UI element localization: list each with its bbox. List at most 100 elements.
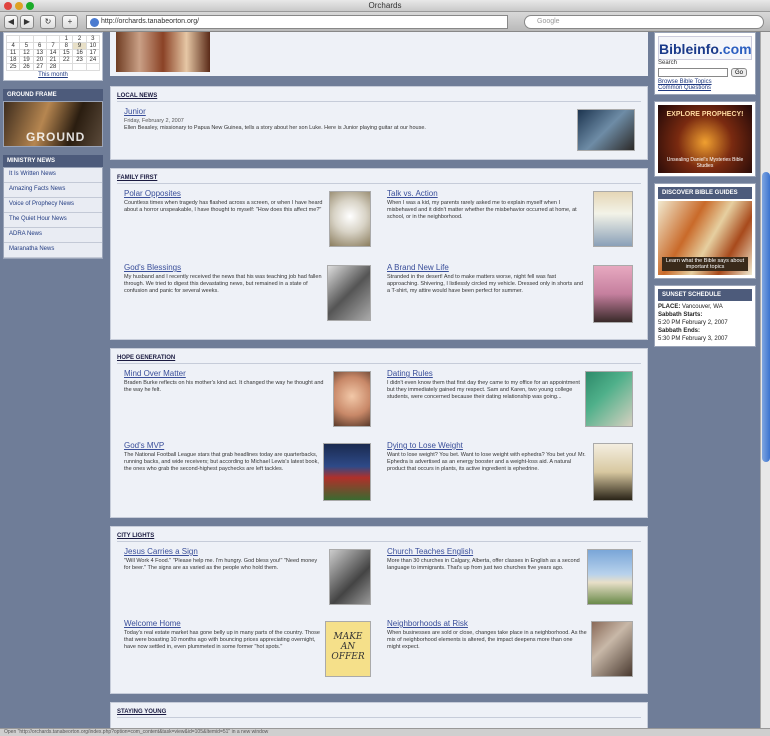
- ministry-news-link[interactable]: ADRA News: [4, 228, 102, 243]
- scrollbar-thumb[interactable]: [762, 172, 770, 462]
- calendar-week: 4 5 6 7 8 9 10: [5, 42, 101, 50]
- search-field[interactable]: Google: [524, 15, 764, 29]
- minimize-window-icon[interactable]: [15, 2, 23, 10]
- ministry-news-link[interactable]: Voice of Prophecy News: [4, 198, 102, 213]
- calendar-day[interactable]: 19: [19, 56, 34, 64]
- bible-guides-banner[interactable]: Learn what the Bible says about importan…: [658, 201, 752, 275]
- ground-frame-image[interactable]: GROUND: [3, 101, 103, 147]
- calendar-day[interactable]: 23: [72, 56, 87, 64]
- sunset-schedule-header: SUNSET SCHEDULE: [658, 289, 752, 301]
- article-item: Welcome Home Today's real estate market …: [124, 619, 324, 651]
- article-title[interactable]: Mind Over Matter: [124, 369, 324, 378]
- calendar-day[interactable]: 27: [32, 63, 47, 71]
- vertical-scrollbar[interactable]: [760, 32, 770, 728]
- window-controls[interactable]: [4, 2, 34, 10]
- ministry-news-link[interactable]: Amazing Facts News: [4, 183, 102, 198]
- article-title[interactable]: Welcome Home: [124, 619, 324, 628]
- local-news-title[interactable]: Junior: [124, 107, 564, 116]
- article-title[interactable]: Talk vs. Action: [387, 189, 587, 198]
- couple-photo[interactable]: [327, 265, 371, 321]
- bible-search-input[interactable]: [658, 68, 728, 77]
- church-photo[interactable]: [587, 549, 633, 605]
- calendar-day[interactable]: 2: [72, 35, 87, 43]
- article-title[interactable]: Jesus Carries a Sign: [124, 547, 324, 556]
- calendar-day[interactable]: 3: [85, 35, 101, 43]
- family-photo[interactable]: [593, 191, 633, 247]
- make-offer-note[interactable]: MAKE AN OFFER: [325, 621, 371, 677]
- calendar-day[interactable]: 9: [72, 42, 87, 50]
- calendar-day[interactable]: 22: [59, 56, 74, 64]
- calendar-day[interactable]: 12: [19, 49, 34, 57]
- calendar-day[interactable]: 1: [59, 35, 74, 43]
- top-photo[interactable]: [116, 32, 210, 72]
- calendar-day[interactable]: 14: [45, 49, 61, 57]
- calendar-day[interactable]: 6: [32, 42, 47, 50]
- calendar-day[interactable]: 20: [32, 56, 47, 64]
- calendar-grid: 1 2 3 4 5 6 7 8 9 10 11 12 13 14 15 16 17 18 19 20 21 22 23 24 2…: [5, 35, 101, 71]
- explore-prophecy-banner[interactable]: EXPLORE PROPHECY! Unsealing Daniel's Mys…: [658, 105, 752, 173]
- local-news-body: Ellen Beasley, missionary to Papua New G…: [124, 125, 426, 131]
- common-questions-link[interactable]: Common Questions: [658, 85, 752, 91]
- calendar-day[interactable]: 16: [72, 49, 87, 57]
- bible-guides-box: DISCOVER BIBLE GUIDES Learn what the Bib…: [654, 183, 756, 279]
- article-item: Polar Opposites Countless times when tra…: [124, 189, 324, 214]
- article-title[interactable]: A Brand New Life: [387, 263, 587, 272]
- sabbath-starts-value: 5:20 PM February 2, 2007: [658, 320, 728, 326]
- calendar-day[interactable]: 8: [59, 42, 74, 50]
- article-title[interactable]: God's MVP: [124, 441, 324, 450]
- football-photo[interactable]: [323, 443, 371, 501]
- neighborhood-photo[interactable]: [591, 621, 633, 677]
- ministry-news-link[interactable]: It Is Written News: [4, 168, 102, 183]
- weight-photo[interactable]: [593, 443, 633, 501]
- zoom-window-icon[interactable]: [26, 2, 34, 10]
- add-bookmark-button[interactable]: +: [62, 15, 78, 29]
- junior-photo[interactable]: [577, 109, 635, 151]
- article-title[interactable]: Church Teaches English: [387, 547, 587, 556]
- calendar-day[interactable]: 28: [45, 63, 61, 71]
- calendar-day[interactable]: 18: [5, 56, 21, 64]
- calendar-day[interactable]: 15: [59, 49, 74, 57]
- desert-photo[interactable]: [593, 265, 633, 323]
- article-title[interactable]: Dating Rules: [387, 369, 583, 378]
- calendar-day[interactable]: 7: [45, 42, 61, 50]
- ministry-news-link[interactable]: Maranatha News: [4, 243, 102, 258]
- calendar-day[interactable]: 13: [32, 49, 47, 57]
- article-item: God's Blessings My husband and I recentl…: [124, 263, 324, 295]
- close-window-icon[interactable]: [4, 2, 12, 10]
- bibleinfo-logo[interactable]: Bibleinfo.com: [658, 36, 752, 60]
- calendar-day[interactable]: 5: [19, 42, 34, 50]
- calendar-day[interactable]: 25: [5, 63, 21, 71]
- article-title[interactable]: Neighborhoods at Risk: [387, 619, 587, 628]
- article-title[interactable]: Dying to Lose Weight: [387, 441, 587, 450]
- calendar-day[interactable]: 10: [85, 42, 101, 50]
- bible-search-go-button[interactable]: Go: [731, 68, 748, 77]
- article-title[interactable]: God's Blessings: [124, 263, 324, 272]
- article-body: When businesses are sold or close, chang…: [387, 630, 587, 650]
- ministry-news-link[interactable]: The Quiet Hour News: [4, 213, 102, 228]
- polar-bear-photo[interactable]: [329, 191, 371, 247]
- this-month-link[interactable]: This month: [6, 72, 100, 78]
- bible-guides-header: DISCOVER BIBLE GUIDES: [658, 187, 752, 199]
- calendar-day[interactable]: 24: [85, 56, 101, 64]
- reload-button[interactable]: ↻: [40, 15, 56, 29]
- article-title[interactable]: Polar Opposites: [124, 189, 324, 198]
- back-button[interactable]: ◀: [4, 15, 18, 29]
- staying-young-section: STAYING YOUNG: [110, 702, 648, 728]
- article-body: More than 30 churches in Calgary, Albert…: [387, 558, 580, 571]
- forward-button[interactable]: ▶: [20, 15, 34, 29]
- calendar-day[interactable]: 17: [85, 49, 101, 57]
- sign-photo[interactable]: [329, 549, 371, 605]
- explore-prophecy-box: EXPLORE PROPHECY! Unsealing Daniel's Mys…: [654, 101, 756, 177]
- calendar-day: [72, 63, 87, 71]
- calendar-day[interactable]: 4: [5, 42, 21, 50]
- window-titlebar: Orchards: [0, 0, 770, 12]
- calendar-day[interactable]: 26: [19, 63, 34, 71]
- calendar-day[interactable]: 21: [45, 56, 61, 64]
- dating-photo[interactable]: [585, 371, 633, 427]
- boy-photo[interactable]: [333, 371, 371, 427]
- article-body: Countless times when tragedy has flashed…: [124, 200, 323, 213]
- article-body: My husband and I recently received the n…: [124, 274, 322, 294]
- calendar-day[interactable]: 11: [5, 49, 21, 57]
- article-body: When I was a kid, my parents rarely aske…: [387, 200, 577, 220]
- address-bar[interactable]: http://orchards.tanabeorton.org/: [86, 15, 508, 29]
